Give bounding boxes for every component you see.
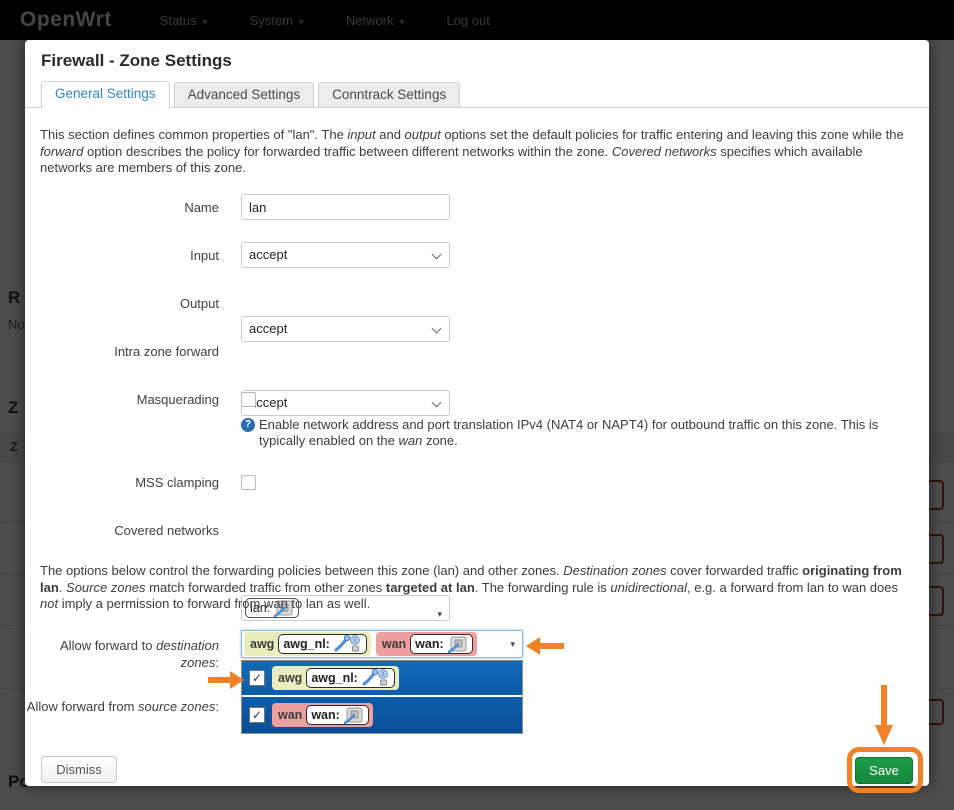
screen: OpenWrt Status▼ System▼ Network▼ Log out…: [0, 0, 954, 810]
dest-zones-dropdown-list: ✓ awg awg_nl:: [241, 660, 523, 734]
zone-tag-wan[interactable]: wan wan:: [376, 632, 477, 656]
zone-name: awg: [250, 637, 274, 651]
output-policy-select[interactable]: accept: [241, 316, 450, 342]
chevron-down-icon: [432, 398, 442, 408]
ethernet-port-icon: [344, 707, 364, 724]
checkbox-checked-icon[interactable]: ✓: [249, 670, 265, 686]
dismiss-button[interactable]: Dismiss: [41, 756, 117, 783]
dropdown-option-awg[interactable]: ✓ awg awg_nl:: [242, 661, 522, 697]
help-icon: ?: [241, 418, 255, 432]
network-box-wan: wan:: [410, 634, 472, 654]
tab-bar: General Settings Advanced Settings Connt…: [25, 82, 929, 108]
zone-name: wan: [382, 637, 406, 651]
annotation-arrow-left: [526, 637, 566, 655]
network-label: awg_nl:: [311, 671, 358, 685]
src-zones-label: Allow forward from source zones:: [25, 698, 219, 715]
tab-conntrack-settings[interactable]: Conntrack Settings: [318, 82, 460, 107]
name-label: Name: [25, 200, 219, 215]
network-box-awg-nl: awg_nl:: [278, 634, 367, 654]
intra-zone-forward-label: Intra zone forward: [25, 344, 219, 359]
mss-clamping-checkbox[interactable]: [241, 475, 256, 490]
input-policy-value: accept: [249, 247, 287, 262]
save-button[interactable]: Save: [855, 757, 913, 784]
network-label: wan:: [311, 708, 339, 722]
section-description: This section defines common properties o…: [40, 127, 916, 177]
tab-advanced-settings[interactable]: Advanced Settings: [174, 82, 315, 107]
dropdown-caret-icon: ▾: [510, 639, 515, 650]
zone-tag-awg[interactable]: awg awg_nl:: [244, 632, 371, 656]
masquerading-label: Masquerading: [25, 392, 219, 407]
checkbox-checked-icon[interactable]: ✓: [249, 707, 265, 723]
forwarding-description: The options below control the forwarding…: [40, 563, 916, 613]
output-policy-label: Output: [25, 296, 219, 311]
masquerading-checkbox[interactable]: [241, 392, 256, 407]
input-policy-label: Input: [25, 248, 219, 263]
dialog-title: Firewall - Zone Settings: [41, 51, 232, 71]
zone-name: awg: [278, 671, 302, 685]
dest-zones-label: Allow forward to destination zones:: [25, 637, 219, 671]
network-label: wan:: [415, 637, 443, 651]
chevron-down-icon: [432, 324, 442, 334]
intra-zone-forward-select[interactable]: accept: [241, 390, 450, 416]
annotation-arrow-down: [874, 685, 894, 745]
chevron-down-icon: [432, 250, 442, 260]
tunnel-globe-icon: [334, 634, 362, 654]
mss-clamping-label: MSS clamping: [25, 475, 219, 490]
input-policy-select[interactable]: accept: [241, 242, 450, 268]
zone-tag-wan: wan wan:: [272, 703, 373, 727]
network-box-wan: wan:: [306, 705, 368, 725]
dest-zones-multiselect[interactable]: awg awg_nl: wan: [241, 630, 523, 658]
zone-settings-dialog: Firewall - Zone Settings General Setting…: [25, 40, 929, 786]
name-input[interactable]: [241, 194, 450, 220]
zone-name: wan: [278, 708, 302, 722]
output-policy-value: accept: [249, 321, 287, 336]
annotation-arrow-right: [208, 671, 244, 689]
masquerading-help-text: Enable network address and port translat…: [259, 417, 883, 449]
tab-general-settings[interactable]: General Settings: [41, 81, 170, 108]
dropdown-option-wan[interactable]: ✓ wan wan:: [242, 697, 522, 733]
ethernet-port-icon: [448, 636, 468, 653]
tunnel-globe-icon: [362, 668, 390, 688]
network-box-awg-nl: awg_nl:: [306, 668, 395, 688]
covered-networks-label: Covered networks: [25, 523, 219, 538]
network-label: awg_nl:: [283, 637, 330, 651]
zone-tag-awg: awg awg_nl:: [272, 666, 399, 690]
